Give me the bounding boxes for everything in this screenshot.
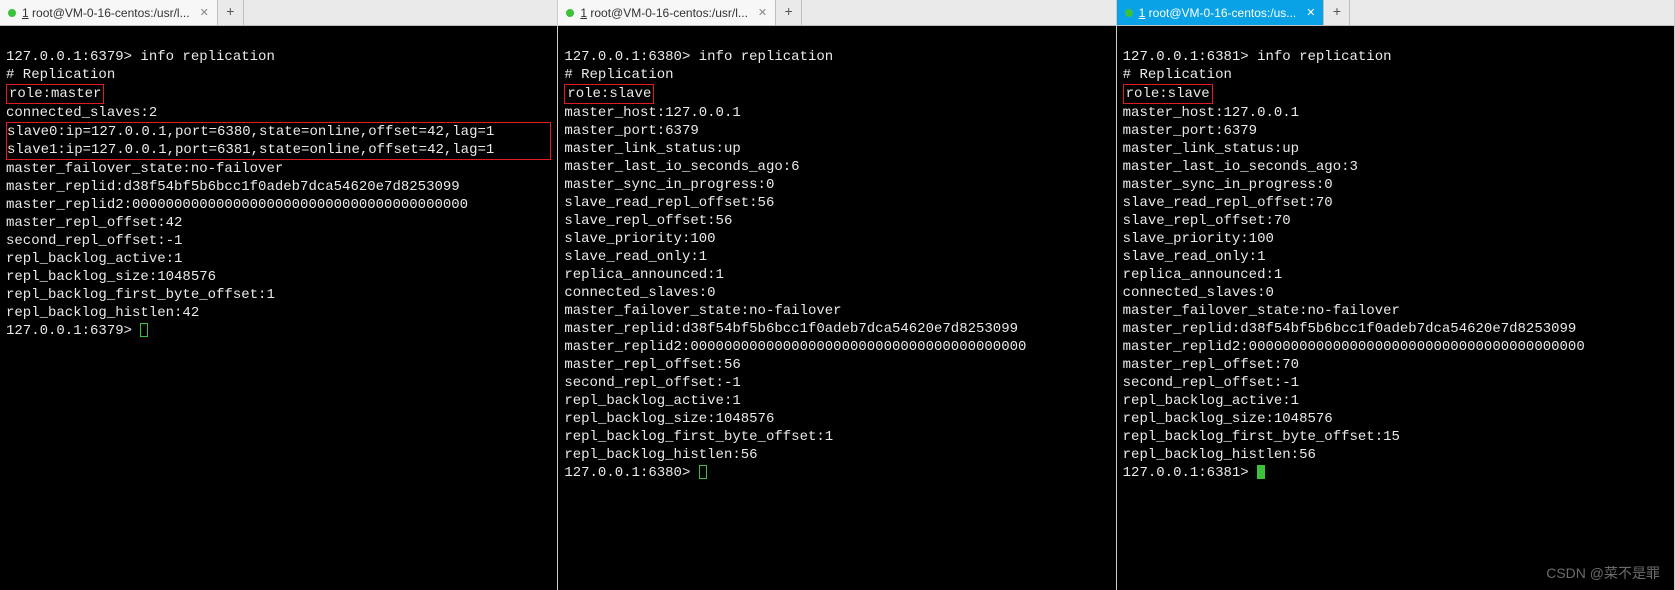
- output-line: second_repl_offset:-1: [1123, 375, 1299, 391]
- command: info replication: [699, 49, 833, 65]
- output-line: master_sync_in_progress:0: [564, 177, 774, 193]
- output-line: repl_backlog_histlen:56: [564, 447, 757, 463]
- role-highlight: role:master: [6, 84, 104, 104]
- terminal-output[interactable]: 127.0.0.1:6381> info replication # Repli…: [1117, 26, 1674, 590]
- output-line: repl_backlog_first_byte_offset:1: [564, 429, 833, 445]
- output-line: repl_backlog_histlen:56: [1123, 447, 1316, 463]
- prompt: 127.0.0.1:6379>: [6, 323, 140, 339]
- close-icon[interactable]: ✕: [758, 6, 767, 19]
- status-dot-icon: [566, 9, 574, 17]
- output-line: slave_repl_offset:56: [564, 213, 732, 229]
- output-line: slave_read_only:1: [1123, 249, 1266, 265]
- output-line: master_failover_state:no-failover: [1123, 303, 1400, 319]
- cursor-icon: [140, 323, 148, 337]
- terminal-output[interactable]: 127.0.0.1:6379> info replication # Repli…: [0, 26, 557, 590]
- output-line: repl_backlog_size:1048576: [6, 269, 216, 285]
- output-line: master_repl_offset:70: [1123, 357, 1299, 373]
- output-line: master_replid2:0000000000000000000000000…: [1123, 339, 1585, 355]
- output-line: master_failover_state:no-failover: [564, 303, 841, 319]
- tab-title: 1 root@VM-0-16-centos:/usr/l...: [22, 6, 190, 20]
- terminal-pane-1: 1 root@VM-0-16-centos:/usr/l... ✕ + 127.…: [558, 0, 1116, 590]
- output-line: master_failover_state:no-failover: [6, 161, 283, 177]
- output-line: repl_backlog_histlen:42: [6, 305, 199, 321]
- output-line: repl_backlog_active:1: [1123, 393, 1299, 409]
- output-line: master_replid:d38f54bf5b6bcc1f0adeb7dca5…: [1123, 321, 1577, 337]
- new-tab-button[interactable]: +: [1324, 0, 1350, 25]
- tab-session[interactable]: 1 root@VM-0-16-centos:/usr/l... ✕: [558, 0, 776, 25]
- tab-title: 1 root@VM-0-16-centos:/usr/l...: [580, 6, 748, 20]
- status-dot-icon: [8, 9, 16, 17]
- output-line: master_repl_offset:56: [564, 357, 740, 373]
- tab-session[interactable]: 1 root@VM-0-16-centos:/us... ✕: [1117, 0, 1325, 25]
- prompt: 127.0.0.1:6379>: [6, 49, 140, 65]
- prompt: 127.0.0.1:6380>: [564, 49, 698, 65]
- output-line: master_replid:d38f54bf5b6bcc1f0adeb7dca5…: [6, 179, 460, 195]
- output-line: repl_backlog_size:1048576: [1123, 411, 1333, 427]
- new-tab-button[interactable]: +: [776, 0, 802, 25]
- cursor-icon: [699, 465, 707, 479]
- tab-title: 1 root@VM-0-16-centos:/us...: [1139, 6, 1297, 20]
- tabbar: 1 root@VM-0-16-centos:/us... ✕ +: [1117, 0, 1674, 26]
- output-line: master_last_io_seconds_ago:3: [1123, 159, 1358, 175]
- output-line: slave_read_repl_offset:56: [564, 195, 774, 211]
- output-line: master_repl_offset:42: [6, 215, 182, 231]
- terminal-pane-2: 1 root@VM-0-16-centos:/us... ✕ + 127.0.0…: [1117, 0, 1675, 590]
- role-highlight: role:slave: [564, 84, 654, 104]
- output-line: repl_backlog_active:1: [6, 251, 182, 267]
- prompt: 127.0.0.1:6381>: [1123, 465, 1257, 481]
- new-tab-button[interactable]: +: [218, 0, 244, 25]
- output-line: master_last_io_seconds_ago:6: [564, 159, 799, 175]
- close-icon[interactable]: ✕: [200, 6, 209, 19]
- output-line: master_replid2:0000000000000000000000000…: [6, 197, 468, 213]
- output-line: master_replid:d38f54bf5b6bcc1f0adeb7dca5…: [564, 321, 1018, 337]
- output-line: slave_priority:100: [1123, 231, 1274, 247]
- output-line: master_host:127.0.0.1: [564, 105, 740, 121]
- terminal-pane-0: 1 root@VM-0-16-centos:/usr/l... ✕ + 127.…: [0, 0, 558, 590]
- output-line: second_repl_offset:-1: [564, 375, 740, 391]
- tabbar: 1 root@VM-0-16-centos:/usr/l... ✕ +: [558, 0, 1115, 26]
- output-line: second_repl_offset:-1: [6, 233, 182, 249]
- command: info replication: [140, 49, 274, 65]
- output-line: slave_repl_offset:70: [1123, 213, 1291, 229]
- output-line: repl_backlog_first_byte_offset:15: [1123, 429, 1400, 445]
- output-line: master_host:127.0.0.1: [1123, 105, 1299, 121]
- output-line: connected_slaves:2: [6, 105, 157, 121]
- prompt: 127.0.0.1:6380>: [564, 465, 698, 481]
- output-line: slave_priority:100: [564, 231, 715, 247]
- output-line: # Replication: [1123, 67, 1232, 83]
- output-line: master_port:6379: [1123, 123, 1257, 139]
- close-icon[interactable]: ✕: [1306, 6, 1315, 19]
- status-dot-icon: [1125, 9, 1133, 17]
- cursor-icon: [1257, 465, 1265, 479]
- role-highlight: role:slave: [1123, 84, 1213, 104]
- output-line: master_link_status:up: [1123, 141, 1299, 157]
- watermark: CSDN @菜不是罪: [1546, 564, 1660, 582]
- output-line: replica_announced:1: [1123, 267, 1283, 283]
- terminal-output[interactable]: 127.0.0.1:6380> info replication # Repli…: [558, 26, 1115, 590]
- output-line: master_port:6379: [564, 123, 698, 139]
- command: info replication: [1257, 49, 1391, 65]
- output-line: repl_backlog_size:1048576: [564, 411, 774, 427]
- output-line: repl_backlog_first_byte_offset:1: [6, 287, 275, 303]
- output-line: slave_read_repl_offset:70: [1123, 195, 1333, 211]
- output-line: slave_read_only:1: [564, 249, 707, 265]
- output-line: master_replid2:0000000000000000000000000…: [564, 339, 1026, 355]
- output-line: master_link_status:up: [564, 141, 740, 157]
- output-line: master_sync_in_progress:0: [1123, 177, 1333, 193]
- tab-session[interactable]: 1 root@VM-0-16-centos:/usr/l... ✕: [0, 0, 218, 25]
- output-line: repl_backlog_active:1: [564, 393, 740, 409]
- output-line: # Replication: [564, 67, 673, 83]
- output-line: connected_slaves:0: [1123, 285, 1274, 301]
- output-line: # Replication: [6, 67, 115, 83]
- slave-highlight: slave0:ip=127.0.0.1,port=6380,state=onli…: [6, 122, 551, 160]
- tabbar: 1 root@VM-0-16-centos:/usr/l... ✕ +: [0, 0, 557, 26]
- output-line: replica_announced:1: [564, 267, 724, 283]
- prompt: 127.0.0.1:6381>: [1123, 49, 1257, 65]
- output-line: connected_slaves:0: [564, 285, 715, 301]
